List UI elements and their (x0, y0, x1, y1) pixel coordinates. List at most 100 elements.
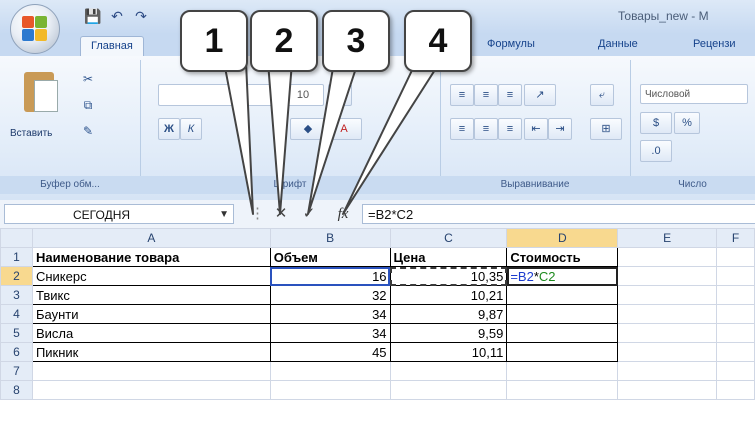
align-middle-icon[interactable]: ≡ (474, 84, 498, 106)
cell-c6[interactable]: 10,11 (389, 342, 508, 362)
row-header[interactable]: 7 (0, 361, 33, 381)
row-header[interactable]: 5 (0, 323, 33, 343)
cancel-icon[interactable]: ✕ (270, 205, 292, 223)
cell-c5[interactable]: 9,59 (389, 323, 508, 343)
italic-button[interactable]: К (180, 118, 202, 140)
cell-e2[interactable] (617, 266, 718, 286)
cell-e5[interactable] (617, 323, 718, 343)
cell-d2-editing[interactable]: =B2*C2 (506, 266, 619, 286)
cell-b8[interactable] (269, 380, 391, 400)
cell-c8[interactable] (389, 380, 508, 400)
cell-d6[interactable] (506, 342, 619, 362)
percent-format-icon[interactable]: % (674, 112, 700, 134)
format-painter-icon[interactable]: ✎ (78, 122, 98, 140)
orientation-icon[interactable]: ↗ (524, 84, 556, 106)
cell-f1[interactable] (716, 247, 755, 267)
tab-data[interactable]: Данные (598, 38, 638, 50)
select-all-corner[interactable] (0, 228, 33, 248)
row-header[interactable]: 6 (0, 342, 33, 362)
cell-a2[interactable]: Сникерс (31, 266, 271, 286)
cell-c7[interactable] (389, 361, 508, 381)
col-header-f[interactable]: F (716, 228, 755, 248)
merge-cells-icon[interactable]: ⊞ (590, 118, 622, 140)
insert-function-icon[interactable]: fx (330, 205, 356, 223)
cell-a4[interactable]: Баунти (31, 304, 271, 324)
row-header[interactable]: 2 (0, 266, 33, 286)
cell-e6[interactable] (617, 342, 718, 362)
align-center-icon[interactable]: ≡ (474, 118, 498, 140)
cell-e1[interactable] (617, 247, 718, 267)
cell-e4[interactable] (617, 304, 718, 324)
cell-f3[interactable] (716, 285, 755, 305)
grow-font-icon[interactable]: A (328, 84, 352, 106)
cell-e7[interactable] (617, 361, 718, 381)
cell-f2[interactable] (716, 266, 755, 286)
cell-f5[interactable] (716, 323, 755, 343)
cell-b7[interactable] (269, 361, 391, 381)
col-header-d[interactable]: D (506, 228, 619, 248)
cell-d5[interactable] (506, 323, 619, 343)
cell-f8[interactable] (716, 380, 755, 400)
cell-b5[interactable]: 34 (269, 323, 391, 343)
cell-d3[interactable] (506, 285, 619, 305)
increase-decimal-icon[interactable]: .0 (640, 140, 672, 162)
cell-b4[interactable]: 34 (269, 304, 391, 324)
font-name-box[interactable] (158, 84, 280, 106)
tab-formulas[interactable]: Формулы (487, 38, 535, 50)
tab-review[interactable]: Рецензи (693, 38, 736, 50)
cell-a5[interactable]: Висла (31, 323, 271, 343)
undo-icon[interactable]: ↶ (108, 7, 126, 25)
cell-d4[interactable] (506, 304, 619, 324)
font-color-icon[interactable]: A (326, 118, 362, 140)
row-header[interactable]: 4 (0, 304, 33, 324)
currency-format-icon[interactable]: $ (640, 112, 672, 134)
tab-home[interactable]: Главная (80, 36, 144, 58)
align-bottom-icon[interactable]: ≡ (498, 84, 522, 106)
cell-c2[interactable]: 10,35 (389, 266, 508, 286)
cell-d1[interactable]: Стоимость (506, 247, 619, 267)
paste-button[interactable] (16, 66, 60, 112)
formula-input[interactable]: =B2*C2 (362, 204, 755, 224)
cell-b2[interactable]: 16 (269, 266, 391, 286)
col-header-b[interactable]: B (269, 228, 391, 248)
fill-color-icon[interactable]: ◆ (290, 118, 326, 140)
chevron-down-icon[interactable]: ▼ (219, 205, 229, 225)
cell-d8[interactable] (506, 380, 619, 400)
cell-d7[interactable] (506, 361, 619, 381)
cut-icon[interactable]: ✂ (78, 70, 98, 88)
align-top-icon[interactable]: ≡ (450, 84, 474, 106)
cell-c4[interactable]: 9,87 (389, 304, 508, 324)
save-icon[interactable]: 💾 (84, 7, 102, 25)
row-header[interactable]: 8 (0, 380, 33, 400)
cell-b3[interactable]: 32 (269, 285, 391, 305)
cell-c1[interactable]: Цена (389, 247, 508, 267)
cell-a3[interactable]: Твикс (31, 285, 271, 305)
enter-icon[interactable]: ✓ (298, 205, 320, 223)
number-format-box[interactable]: Числовой (640, 84, 748, 104)
cell-f6[interactable] (716, 342, 755, 362)
align-left-icon[interactable]: ≡ (450, 118, 474, 140)
wrap-text-icon[interactable]: ⤶ (590, 84, 614, 106)
cell-e3[interactable] (617, 285, 718, 305)
col-header-a[interactable]: A (31, 228, 271, 248)
cell-c3[interactable]: 10,21 (389, 285, 508, 305)
row-header[interactable]: 1 (0, 247, 33, 267)
increase-indent-icon[interactable]: ⇥ (548, 118, 572, 140)
cell-a1[interactable]: Наименование товара (31, 247, 271, 267)
redo-icon[interactable]: ↷ (132, 7, 150, 25)
bold-button[interactable]: Ж (158, 118, 180, 140)
cell-b6[interactable]: 45 (269, 342, 391, 362)
decrease-indent-icon[interactable]: ⇤ (524, 118, 548, 140)
cell-e8[interactable] (617, 380, 718, 400)
cell-a6[interactable]: Пикник (31, 342, 271, 362)
cell-a7[interactable] (31, 361, 271, 381)
row-header[interactable]: 3 (0, 285, 33, 305)
office-button[interactable] (10, 4, 60, 54)
copy-icon[interactable]: ⧉ (78, 96, 98, 114)
col-header-c[interactable]: C (389, 228, 508, 248)
font-size-box[interactable]: 10 (282, 84, 324, 106)
cell-b1[interactable]: Объем (269, 247, 391, 267)
cell-f4[interactable] (716, 304, 755, 324)
grip-icon[interactable]: ⋮ (250, 205, 265, 223)
name-box[interactable]: СЕГОДНЯ ▼ (4, 204, 234, 224)
